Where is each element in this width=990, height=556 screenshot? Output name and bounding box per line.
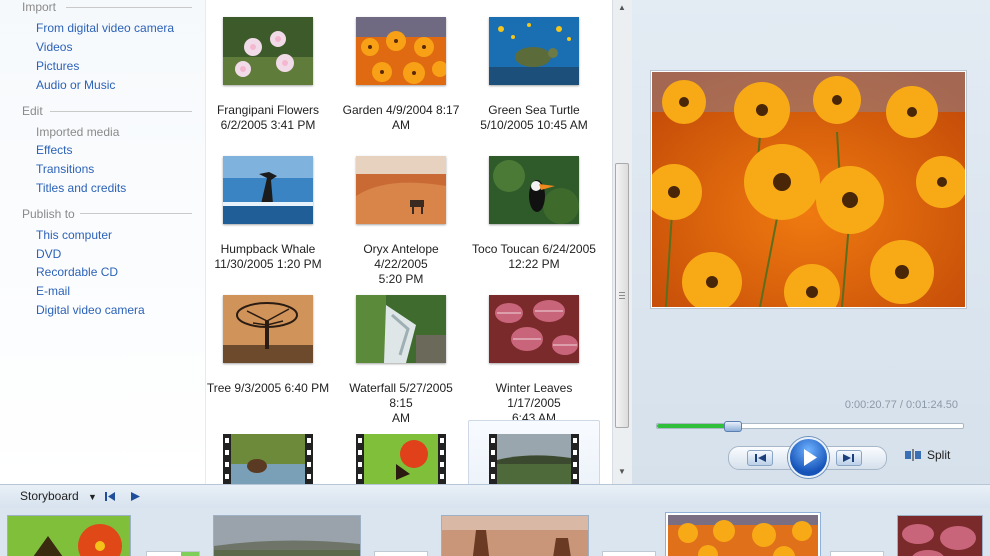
previous-frame-icon xyxy=(755,454,766,462)
media-item[interactable]: Waterfall 5/27/2005 8:15 AM xyxy=(336,295,466,426)
media-item[interactable]: Green Sea Turtle 5/10/2005 10:45 AM xyxy=(469,17,599,133)
storyboard-dropdown[interactable]: Storyboard ▼ xyxy=(20,489,97,503)
media-item-date: AM xyxy=(392,411,410,425)
bear-clip-icon[interactable] xyxy=(223,434,313,484)
landscape-clip-icon[interactable] xyxy=(489,434,579,484)
media-item[interactable]: Garden 4/9/2004 8:17 AM xyxy=(336,17,466,133)
transition-marker xyxy=(181,552,199,556)
task-publish-dvd[interactable]: DVD xyxy=(36,247,61,261)
task-publish-this-computer[interactable]: This computer xyxy=(36,228,112,242)
butterfly-clip-icon[interactable] xyxy=(356,434,446,484)
task-publish-camera[interactable]: Digital video camera xyxy=(36,303,145,317)
media-item[interactable]: Humpback Whale 11/30/2005 1:20 PM xyxy=(203,156,333,272)
seek-progress xyxy=(657,424,733,428)
media-item-date: 6/2/2005 3:41 PM xyxy=(220,118,316,132)
storyboard-clip[interactable] xyxy=(8,516,130,556)
storyboard-area xyxy=(0,508,990,556)
media-item-name: Winter Leaves 1/17/2005 xyxy=(495,381,573,410)
storyboard-toolbar: Storyboard ▼ xyxy=(0,484,990,509)
waterfall-thumbnail xyxy=(356,295,446,363)
task-import-pictures[interactable]: Pictures xyxy=(36,59,79,73)
seek-handle[interactable] xyxy=(724,421,743,432)
media-item[interactable]: Winter Leaves 1/17/2005 6:43 AM xyxy=(469,295,599,426)
task-import-videos[interactable]: Videos xyxy=(36,40,72,54)
tree-thumbnail xyxy=(223,295,313,363)
frangipani-thumbnail xyxy=(223,17,313,85)
seek-bar[interactable] xyxy=(656,421,964,432)
media-item[interactable]: Tree 9/3/2005 6:40 PM xyxy=(203,295,333,396)
task-transitions[interactable]: Transitions xyxy=(36,162,94,176)
split-icon xyxy=(905,449,921,461)
media-item[interactable]: Oryx Antelope 4/22/2005 5:20 PM xyxy=(336,156,466,287)
media-item[interactable]: Frangipani Flowers 6/2/2005 3:41 PM xyxy=(203,17,333,133)
media-item[interactable]: Toco Toucan 6/24/2005 12:22 PM xyxy=(469,156,599,272)
task-import-from-camera[interactable]: From digital video camera xyxy=(36,21,174,35)
humpback-whale-thumbnail xyxy=(223,156,313,224)
split-button[interactable]: Split xyxy=(905,448,950,462)
oryx-antelope-thumbnail xyxy=(356,156,446,224)
media-item-name: Garden 4/9/2004 8:17 xyxy=(342,103,460,117)
media-item-name: Waterfall 5/27/2005 8:15 xyxy=(349,381,453,410)
divider xyxy=(80,213,192,214)
import-header: Import xyxy=(22,0,57,14)
edit-header: Edit xyxy=(22,104,43,118)
storyboard-label: Storyboard xyxy=(20,489,79,503)
task-titles-and-credits[interactable]: Titles and credits xyxy=(36,181,126,195)
scroll-up-arrow-icon[interactable]: ▲ xyxy=(617,3,627,13)
media-item-name: Toco Toucan 6/24/2005 xyxy=(472,242,596,256)
storyboard-clip[interactable] xyxy=(214,516,360,556)
divider xyxy=(66,7,192,8)
media-item-name: Green Sea Turtle xyxy=(488,103,580,117)
next-frame-icon xyxy=(843,454,854,462)
task-imported-media: Imported media xyxy=(36,125,120,139)
play-button[interactable] xyxy=(788,437,829,478)
play-storyboard-icon[interactable] xyxy=(129,491,141,502)
media-item-date: 11/30/2005 1:20 PM xyxy=(214,257,322,271)
media-item-date: 12:22 PM xyxy=(508,257,560,271)
storyboard-clip[interactable] xyxy=(898,516,982,556)
timecode-display: 0:00:20.77 / 0:01:24.50 xyxy=(844,399,958,411)
preview-monitor xyxy=(651,71,966,308)
next-frame-button[interactable] xyxy=(836,450,862,466)
previous-frame-button[interactable] xyxy=(747,450,773,466)
scrollbar-thumb[interactable] xyxy=(615,163,629,428)
split-label: Split xyxy=(927,448,951,462)
task-effects[interactable]: Effects xyxy=(36,143,72,157)
media-item-date: 5/10/2005 10:45 AM xyxy=(480,118,588,132)
transition-slot[interactable] xyxy=(146,551,200,556)
chevron-down-icon: ▼ xyxy=(88,492,97,502)
task-import-audio[interactable]: Audio or Music xyxy=(36,78,115,92)
storyboard-clip-selected[interactable] xyxy=(668,515,818,556)
task-publish-recordable-cd[interactable]: Recordable CD xyxy=(36,265,118,279)
garden-thumbnail xyxy=(356,17,446,85)
collection-scrollbar[interactable]: ▲ ▼ xyxy=(612,0,632,484)
transition-slot[interactable] xyxy=(374,551,428,556)
media-item-name: Humpback Whale xyxy=(220,242,316,256)
divider xyxy=(50,111,192,112)
task-publish-email[interactable]: E-mail xyxy=(36,284,70,298)
toco-toucan-thumbnail xyxy=(489,156,579,224)
rewind-storyboard-icon[interactable] xyxy=(104,491,116,502)
media-item-name: Frangipani Flowers xyxy=(216,103,320,117)
winter-leaves-thumbnail xyxy=(489,295,579,363)
play-icon xyxy=(804,449,817,466)
scroll-down-arrow-icon[interactable]: ▼ xyxy=(617,467,627,477)
media-item-name: Oryx Antelope 4/22/2005 xyxy=(363,242,439,271)
transition-slot[interactable] xyxy=(602,551,656,556)
media-item-name: Tree 9/3/2005 6:40 PM xyxy=(206,381,330,395)
preview-pane: 0:00:20.77 / 0:01:24.50 Split xyxy=(632,0,990,484)
media-item-date: AM xyxy=(392,118,410,132)
media-item-date: 5:20 PM xyxy=(378,272,424,286)
publish-header: Publish to xyxy=(22,207,75,221)
sea-turtle-thumbnail xyxy=(489,17,579,85)
tasks-pane: Import From digital video camera Videos … xyxy=(0,0,205,484)
grip-icon xyxy=(619,292,625,300)
storyboard-clip[interactable] xyxy=(442,516,588,556)
imported-media-collection: Frangipani Flowers 6/2/2005 3:41 PM Garde… xyxy=(203,0,613,486)
transition-slot[interactable] xyxy=(830,551,884,556)
